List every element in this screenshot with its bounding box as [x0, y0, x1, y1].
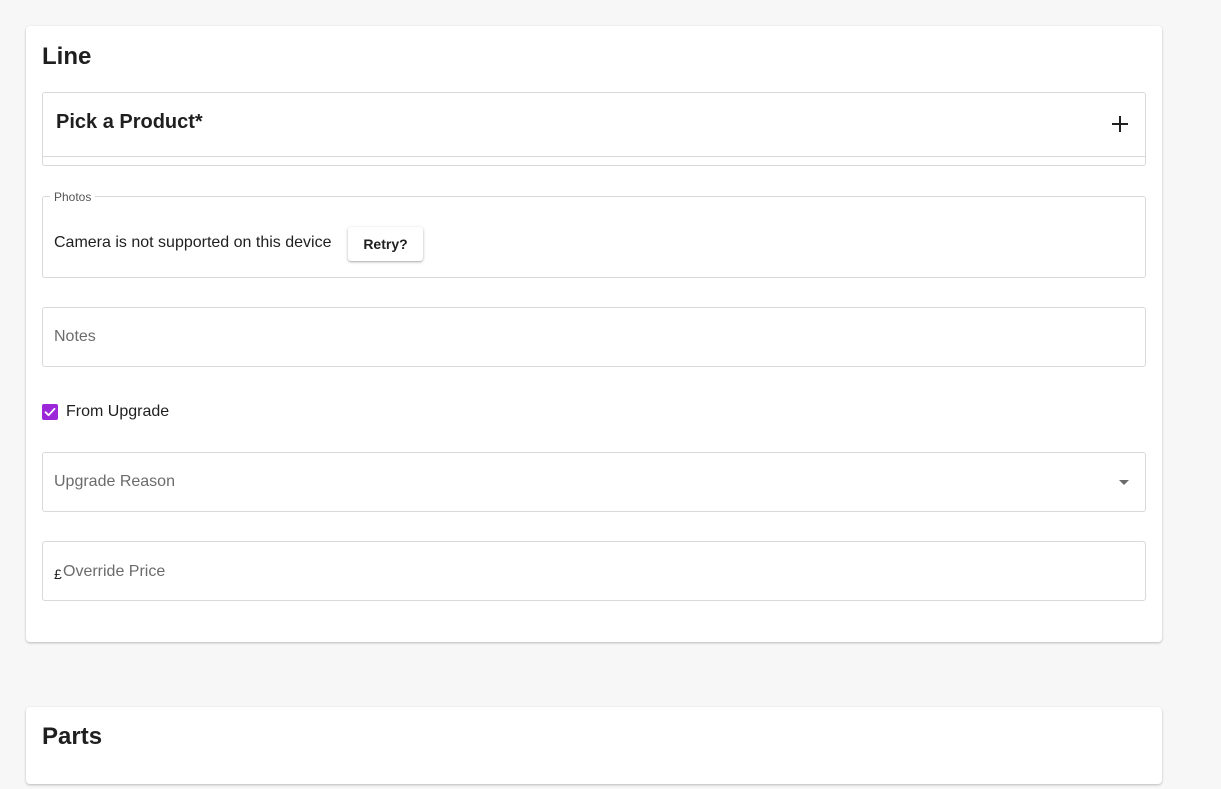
- notes-placeholder: Notes: [54, 328, 96, 345]
- photos-fieldset: Photos Camera is not supported on this d…: [42, 191, 1146, 278]
- override-price-placeholder: Override Price: [63, 563, 166, 580]
- parts-card: Parts: [26, 707, 1162, 784]
- line-card: Line Pick a Product* Photos Camera is no…: [26, 26, 1162, 642]
- product-picker-header[interactable]: Pick a Product*: [43, 93, 1145, 157]
- caret-down-icon[interactable]: [1119, 480, 1129, 485]
- from-upgrade-label: From Upgrade: [66, 403, 170, 420]
- override-price-field[interactable]: £ Override Price: [42, 541, 1146, 601]
- upgrade-reason-placeholder: Upgrade Reason: [54, 473, 175, 490]
- plus-icon[interactable]: [1111, 115, 1129, 133]
- retry-button[interactable]: Retry?: [348, 227, 423, 261]
- notes-field[interactable]: Notes: [42, 307, 1146, 367]
- product-picker-title: Pick a Product*: [56, 111, 203, 133]
- checkbox-checked-icon[interactable]: [42, 404, 58, 420]
- photos-legend: Photos: [50, 191, 96, 203]
- parts-section-title: Parts: [42, 723, 103, 750]
- product-picker-panel: Pick a Product*: [42, 92, 1146, 166]
- upgrade-reason-select[interactable]: Upgrade Reason: [42, 452, 1146, 512]
- camera-unsupported-message: Camera is not supported on this device: [54, 234, 332, 251]
- line-section-title: Line: [42, 43, 92, 70]
- currency-symbol: £: [54, 566, 62, 582]
